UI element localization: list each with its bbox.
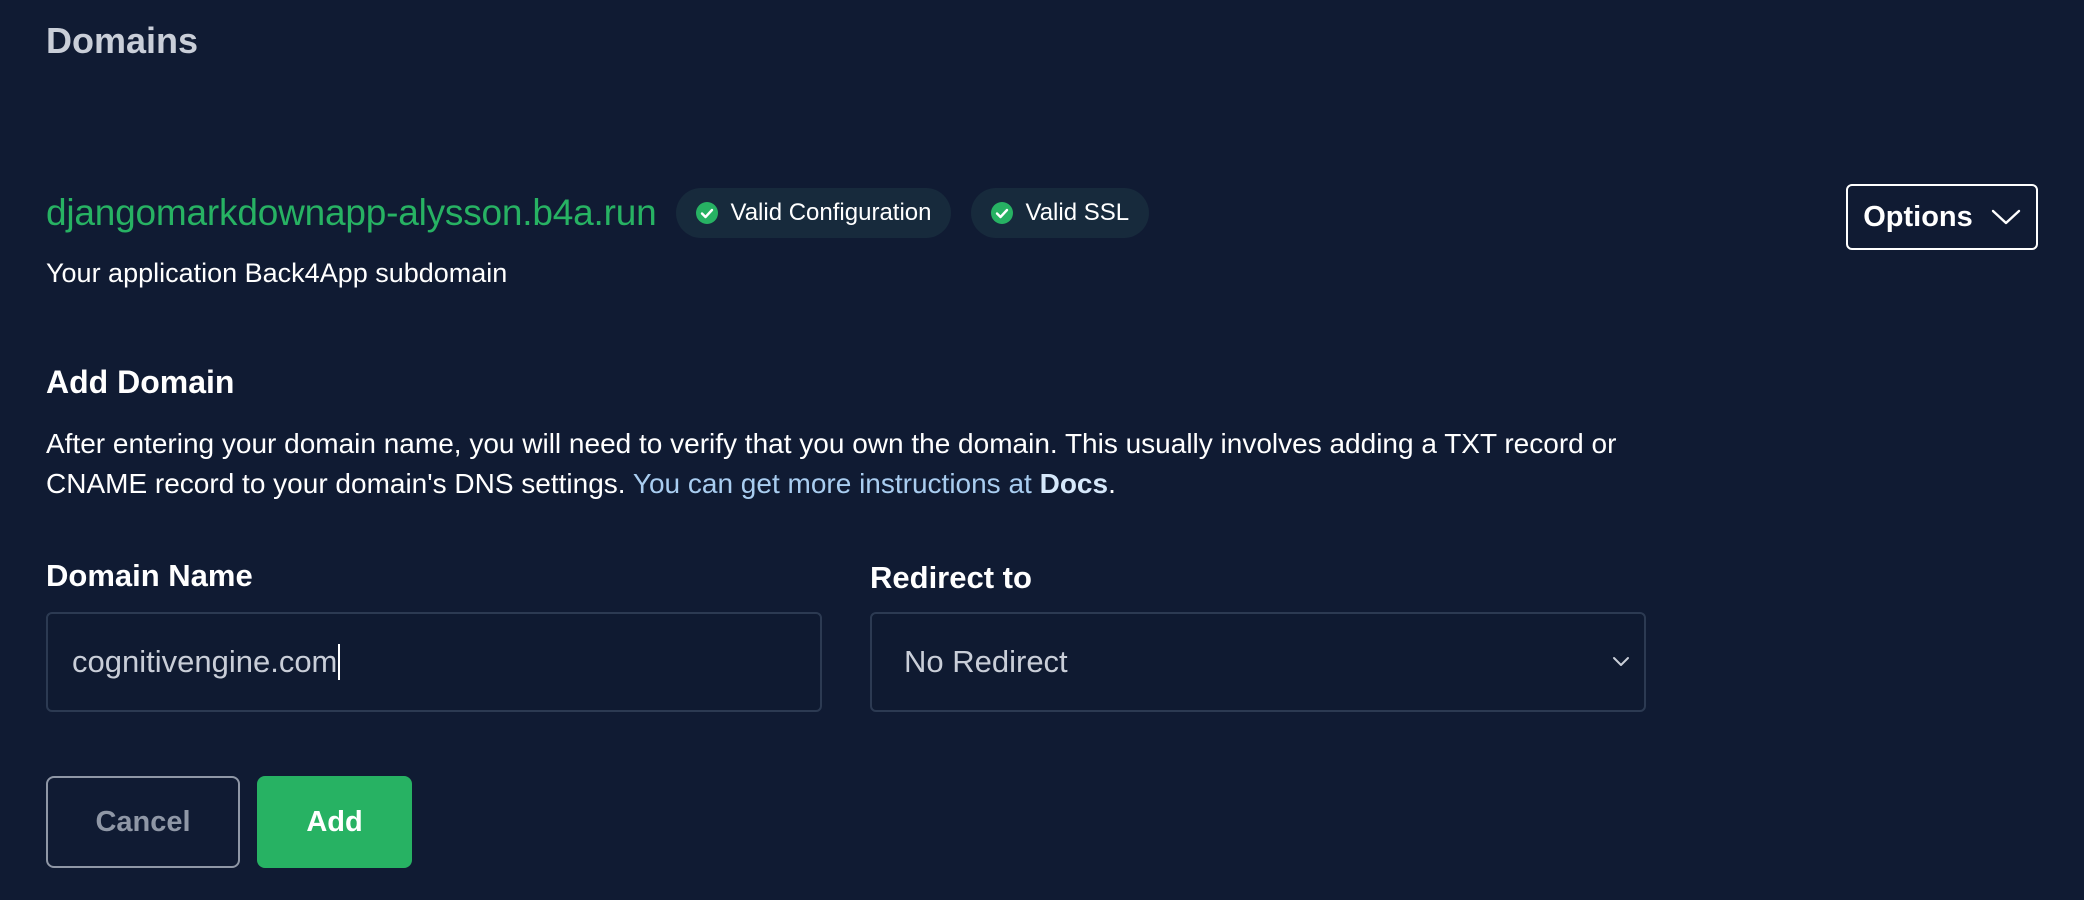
text-caret [338,644,341,680]
instructions-prefix: You can get more instructions at [632,468,1032,499]
redirect-selected-value: No Redirect [904,644,1068,679]
add-domain-heading: Add Domain [46,364,235,400]
cancel-button[interactable]: Cancel [46,776,240,868]
instructions-suffix: . [1108,468,1116,499]
domain-name-input[interactable]: cognitivengine.com [46,612,822,712]
check-circle-icon [696,202,719,224]
valid-configuration-badge: Valid Configuration [676,188,952,238]
page-title: Domains [46,20,199,61]
subdomain-row: djangomarkdownapp-alysson.b4a.run Valid … [46,188,1150,238]
chevron-down-icon [1613,657,1629,666]
domain-name-value: cognitivengine.com [72,644,338,679]
subdomain-link[interactable]: djangomarkdownapp-alysson.b4a.run [46,192,657,234]
domain-name-label: Domain Name [46,558,253,593]
check-circle-icon [991,202,1014,224]
options-label: Options [1863,200,1973,233]
redirect-select[interactable]: No Redirect [870,612,1646,712]
add-domain-description: After entering your domain name, you wil… [46,424,1686,504]
valid-ssl-badge: Valid SSL [971,188,1150,238]
add-button[interactable]: Add [257,776,412,868]
redirect-to-label: Redirect to [870,560,1032,595]
docs-link[interactable]: You can get more instructions at Docs [633,468,1108,499]
options-button[interactable]: Options [1846,184,2038,250]
subdomain-description: Your application Back4App subdomain [46,258,508,288]
badge-label: Valid Configuration [730,199,932,226]
badge-label: Valid SSL [1025,199,1130,226]
docs-label: Docs [1039,468,1109,499]
chevron-down-icon [1991,209,2020,225]
